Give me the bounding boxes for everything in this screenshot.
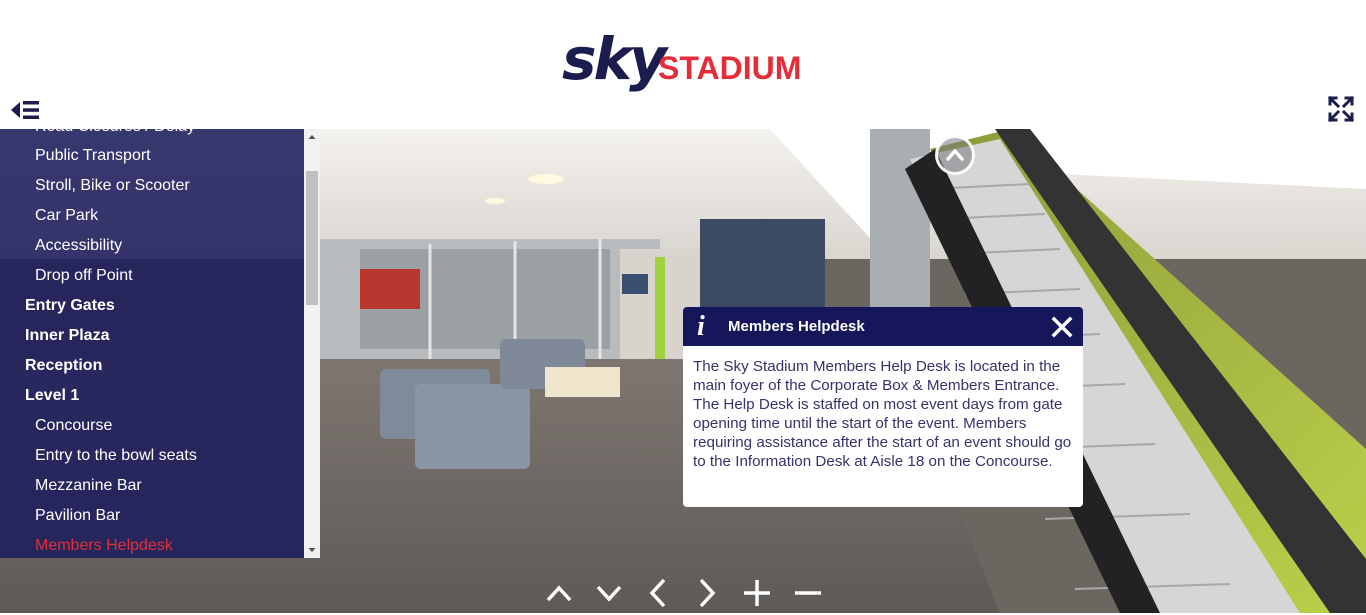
sidebar-scrollbar[interactable] [304,129,320,558]
scroll-down-arrow-icon[interactable] [304,542,320,558]
sidebar-item-drop-off-point[interactable]: Drop off Point [0,261,304,291]
logo-stadium-text: STADIUM [658,50,802,86]
scroll-up-arrow-icon[interactable] [304,129,320,145]
sidebar-item-concourse[interactable]: Concourse [0,411,304,441]
chevron-left-icon[interactable] [641,576,675,610]
popup-header: i Members Helpdesk [683,307,1083,346]
sidebar-item-reception[interactable]: Reception [0,351,304,381]
pano-controls [540,576,830,610]
sidebar-item-road-closures[interactable]: Road Closures / Delay [0,129,304,141]
popup-body-text: The Sky Stadium Members Help Desk is loc… [693,358,1072,470]
chevron-down-icon[interactable] [592,576,626,610]
sidebar-item-public-transport[interactable]: Public Transport [0,141,304,171]
chevron-right-icon[interactable] [690,576,724,610]
chevron-up-icon[interactable] [542,576,576,610]
popup-title: Members Helpdesk [728,318,865,335]
sidebar-item-pavilion-bar[interactable]: Pavilion Bar [0,501,304,531]
sidebar-item-accessibility[interactable]: Accessibility [0,231,304,261]
sidebar-item-mezzanine-bar[interactable]: Mezzanine Bar [0,471,304,501]
sidebar-item-entry-gates[interactable]: Entry Gates [0,291,304,321]
info-icon: i [697,311,705,342]
minus-icon[interactable] [791,576,825,610]
menu-collapse-icon[interactable] [10,99,40,121]
scrollbar-thumb[interactable] [306,171,318,305]
sidebar-list: Road Closures / Delay Public Transport S… [0,129,304,558]
sidebar-item-stroll-bike-scooter[interactable]: Stroll, Bike or Scooter [0,171,304,201]
sky-stadium-logo[interactable]: sky STADIUM [562,28,822,94]
sidebar-item-car-park[interactable]: Car Park [0,201,304,231]
fullscreen-icon[interactable] [1327,95,1355,123]
navigation-hotspot[interactable] [935,135,975,175]
header: sky STADIUM [0,0,1366,129]
info-popup: i Members Helpdesk The Sky Stadium Membe… [683,307,1083,507]
logo-sky-text: sky [562,25,667,93]
sidebar-menu: Road Closures / Delay Public Transport S… [0,129,304,558]
sidebar-item-members-helpdesk[interactable]: Members Helpdesk [0,531,304,558]
close-icon[interactable] [1050,315,1074,339]
plus-icon[interactable] [740,576,774,610]
sidebar-item-entry-bowl-seats[interactable]: Entry to the bowl seats [0,441,304,471]
chevron-up-icon [946,149,964,161]
sidebar-item-level-1[interactable]: Level 1 [0,381,304,411]
sidebar-item-inner-plaza[interactable]: Inner Plaza [0,321,304,351]
